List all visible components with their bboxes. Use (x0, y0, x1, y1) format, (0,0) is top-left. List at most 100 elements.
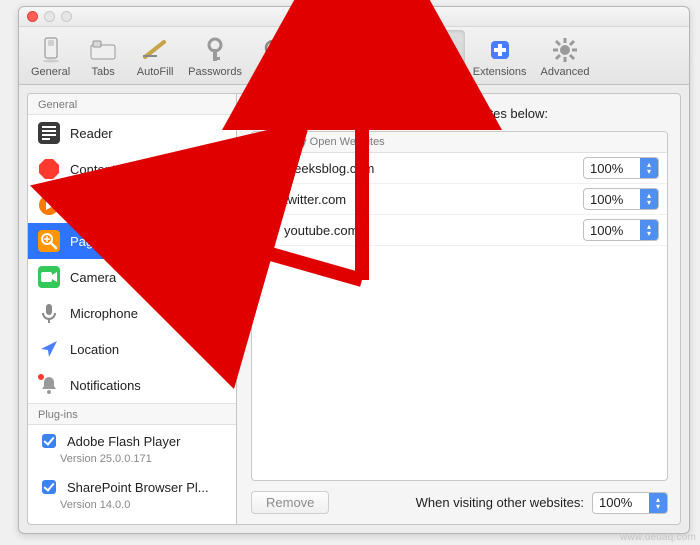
sidebar-item-microphone[interactable]: Microphone (28, 295, 236, 331)
table-row[interactable]: 📷 igeeksblog.com 100% ▴▾ (252, 153, 667, 184)
advanced-icon (551, 36, 579, 64)
toolbar-item-general[interactable]: General (25, 30, 76, 84)
microphone-icon (38, 302, 60, 324)
sidebar-item-label: Camera (70, 270, 116, 285)
sidebar-item-content-blockers[interactable]: Content Blockers (28, 151, 236, 187)
site-domain: twitter.com (284, 192, 575, 207)
sidebar-item-page-zoom[interactable]: Page Zoom (28, 223, 236, 259)
sidebar-item-label: Page Zoom (70, 234, 137, 249)
toolbar-item-label: Tabs (92, 66, 115, 78)
security-icon (314, 36, 342, 64)
zoom-value: 100% (590, 192, 623, 207)
toolbar-item-label: Advanced (541, 66, 590, 78)
toolbar-item-tabs[interactable]: Tabs (78, 30, 128, 84)
privacy-icon (367, 36, 395, 64)
zoom-select[interactable]: 100% ▴▾ (583, 219, 659, 241)
toolbar-item-privacy[interactable]: Privacy (356, 30, 406, 84)
content-blockers-icon (38, 158, 60, 180)
sidebar-item-label: Notifications (70, 378, 141, 393)
toolbar-item-label: Security (308, 66, 348, 78)
camera-icon (38, 266, 60, 288)
minimize-window-button[interactable] (44, 11, 55, 22)
plugin-name: Adobe Flash Player (67, 434, 180, 449)
zoom-value: 100% (590, 161, 623, 176)
plugin-item[interactable]: Adobe Flash Player Version 25.0.0.171 (28, 425, 236, 471)
chevron-up-down-icon: ▴▾ (649, 493, 667, 513)
plugin-version: Version 14.0.0 (60, 499, 226, 511)
sidebar-item-notifications[interactable]: Notifications (28, 367, 236, 403)
sidebar-item-label: Reader (70, 126, 113, 141)
content-area: General Reader Content Blockers Auto-Play P… (19, 85, 689, 533)
notifications-icon (38, 374, 60, 396)
badge-dot-icon (37, 373, 45, 381)
zoom-window-button[interactable] (61, 11, 72, 22)
general-icon (37, 36, 65, 64)
toolbar-item-autofill[interactable]: AutoFill (130, 30, 180, 84)
zoom-value: 100% (590, 223, 623, 238)
passwords-icon (201, 36, 229, 64)
toolbar-item-websites[interactable]: Websites (408, 30, 465, 84)
toolbar-item-label: Extensions (473, 66, 527, 78)
site-domain: youtube.com (284, 223, 575, 238)
plugin-checkbox[interactable] (42, 434, 56, 448)
default-zoom-select[interactable]: 100% ▴▾ (592, 492, 668, 514)
search-icon (261, 36, 289, 64)
reader-icon (38, 122, 60, 144)
site-domain: igeeksblog.com (284, 161, 575, 176)
toolbar-item-extensions[interactable]: Extensions (467, 30, 533, 84)
chevron-up-down-icon: ▴▾ (640, 158, 658, 178)
settings-sidebar: General Reader Content Blockers Auto-Play P… (27, 93, 237, 525)
favicon-icon (260, 222, 276, 238)
toolbar-item-label: AutoFill (137, 66, 174, 78)
websites-icon (422, 36, 450, 64)
bottom-bar: Remove When visiting other websites: 100… (251, 481, 668, 514)
plugin-checkbox[interactable] (42, 480, 56, 494)
default-zoom-value: 100% (599, 495, 632, 510)
toolbar-item-security[interactable]: Security (302, 30, 354, 84)
watermark-text: www.deuaq.com (620, 532, 696, 543)
close-window-button[interactable] (27, 11, 38, 22)
location-icon (38, 338, 60, 360)
sidebar-item-auto-play[interactable]: Auto-Play (28, 187, 236, 223)
sidebar-item-reader[interactable]: Reader (28, 115, 236, 151)
favicon-icon (260, 191, 276, 207)
remove-button[interactable]: Remove (251, 491, 329, 514)
window-title: Websites (327, 9, 380, 24)
plugin-name: SharePoint Browser Pl... (67, 480, 209, 495)
zoom-select[interactable]: 100% ▴▾ (583, 188, 659, 210)
plugin-item[interactable]: SharePoint Browser Pl... Version 14.0.0 (28, 471, 236, 517)
plugin-version: Version 25.0.0.171 (60, 453, 226, 465)
default-zoom-label: When visiting other websites: (416, 495, 584, 510)
detail-pane: Control the page zoom level on the websi… (237, 93, 681, 525)
chevron-up-down-icon: ▴▾ (640, 220, 658, 240)
chevron-up-down-icon: ▴▾ (640, 189, 658, 209)
table-row[interactable]: twitter.com 100% ▴▾ (252, 184, 667, 215)
sidebar-section-general: General (28, 94, 236, 115)
zoom-select[interactable]: 100% ▴▾ (583, 157, 659, 179)
auto-play-icon (38, 194, 60, 216)
toolbar-item-label: Privacy (363, 66, 399, 78)
websites-table: Currently Open Websites 📷 igeeksblog.com… (251, 131, 668, 481)
toolbar-item-label: Search (258, 66, 293, 78)
toolbar-item-label: Websites (414, 66, 459, 78)
sidebar-item-label: Content Blockers (70, 162, 169, 177)
traffic-lights (27, 11, 72, 22)
favicon-icon: 📷 (260, 160, 276, 176)
toolbar-item-passwords[interactable]: Passwords (182, 30, 248, 84)
page-zoom-icon (38, 230, 60, 252)
titlebar: Websites (19, 7, 689, 27)
preferences-toolbar: General Tabs AutoFill Passwords Search Securi… (19, 27, 689, 85)
table-header: Currently Open Websites (252, 132, 667, 153)
toolbar-item-search[interactable]: Search (250, 30, 300, 84)
extensions-icon (486, 36, 514, 64)
tabs-icon (89, 36, 117, 64)
toolbar-item-label: Passwords (188, 66, 242, 78)
sidebar-item-location[interactable]: Location (28, 331, 236, 367)
toolbar-item-label: General (31, 66, 70, 78)
toolbar-item-advanced[interactable]: Advanced (535, 30, 596, 84)
autofill-icon (141, 36, 169, 64)
sidebar-item-label: Microphone (70, 306, 138, 321)
table-row[interactable]: youtube.com 100% ▴▾ (252, 215, 667, 246)
sidebar-item-camera[interactable]: Camera (28, 259, 236, 295)
sidebar-item-label: Auto-Play (70, 198, 126, 213)
